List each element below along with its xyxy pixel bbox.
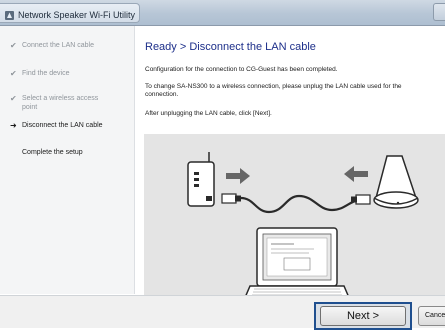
window-control-button[interactable]: [433, 3, 445, 21]
step-label: Complete the setup: [22, 149, 83, 156]
arrow-right-icon: [226, 168, 250, 184]
step-label: Find the device: [22, 70, 70, 77]
arrow-left-icon: [344, 166, 368, 182]
illustration-svg: [187, 152, 419, 301]
lan-plug-icon: [221, 193, 241, 204]
step-label: Disconnect the LAN cable: [22, 122, 103, 129]
window-title-tab: Network Speaker Wi-Fi Utility: [0, 3, 140, 23]
next-button[interactable]: Next >: [320, 306, 406, 326]
unplug-lan-illustration: [144, 134, 445, 312]
checkmark-icon: ✔: [10, 94, 17, 103]
title-bar: Network Speaker Wi-Fi Utility: [0, 0, 445, 26]
speaker-icon: [373, 155, 419, 209]
step-label: Select a wireless access point: [22, 95, 99, 111]
window-title: Network Speaker Wi-Fi Utility: [18, 10, 136, 20]
router-icon: [187, 152, 215, 207]
laptop-icon: [242, 227, 352, 301]
instruction-text: To change SA-NS300 to a wireless connect…: [145, 83, 402, 98]
checkmark-icon: ✔: [10, 69, 17, 78]
checkmark-icon: ✔: [10, 41, 17, 50]
lan-cable: [240, 194, 359, 214]
steps-sidebar: ✔ Connect the LAN cable ✔ Find the devic…: [0, 26, 135, 294]
main-content: Ready > Disconnect the LAN cable Configu…: [135, 26, 445, 312]
cancel-button[interactable]: Cancel: [418, 306, 445, 326]
page-title: Ready > Disconnect the LAN cable: [145, 41, 316, 53]
step-label: Connect the LAN cable: [22, 42, 94, 49]
next-hint-text: After unplugging the LAN cable, click [N…: [145, 110, 272, 117]
arrow-right-icon: ➜: [10, 121, 17, 130]
status-text: Configuration for the connection to CG-G…: [145, 66, 338, 73]
app-icon: [5, 11, 14, 20]
